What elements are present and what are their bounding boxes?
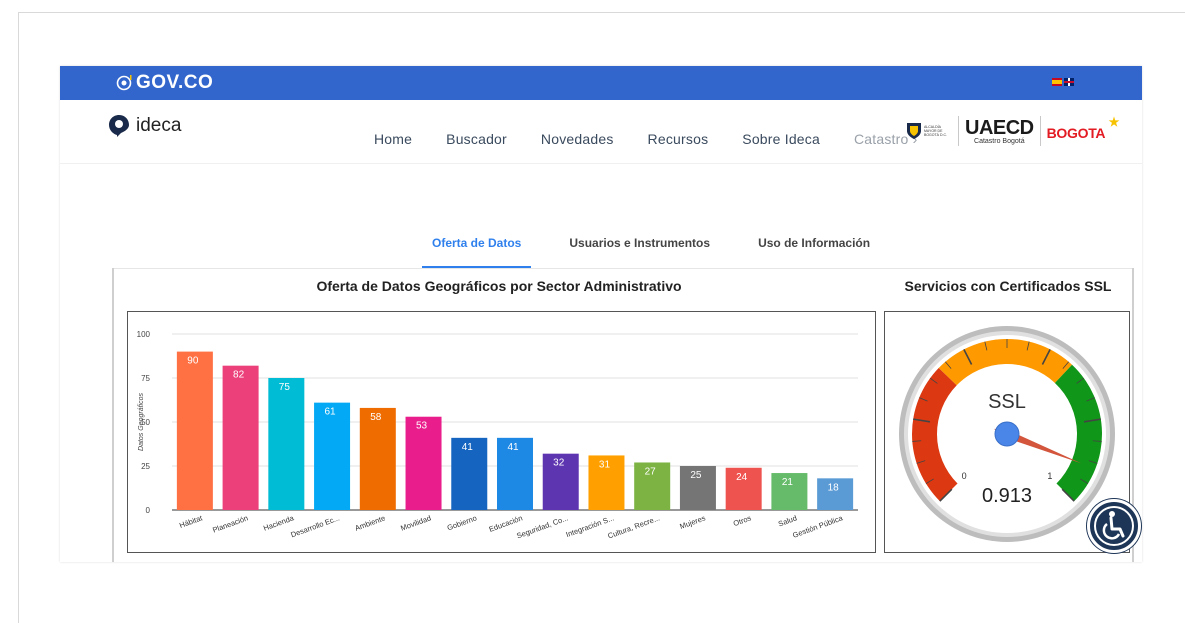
ideca-brand-name: ideca	[136, 115, 182, 136]
x-tick-label: Hábitat	[178, 513, 204, 530]
bar	[314, 402, 351, 510]
gauge-title: Servicios con Certificados SSL	[904, 278, 1112, 294]
bogota-logo-text: BOGOTA	[1046, 125, 1106, 141]
x-tick-label: Mujeres	[678, 513, 706, 531]
tab-oferta-de-datos[interactable]: Oferta de Datos	[422, 232, 532, 270]
y-tick-label: 0	[146, 506, 151, 515]
y-axis-title: Datos Geográficos	[138, 393, 145, 451]
spanish-flag-icon[interactable]	[1052, 78, 1062, 86]
bar	[222, 365, 259, 510]
accessibility-button[interactable]	[1087, 499, 1141, 553]
bar-value-label: 32	[553, 458, 565, 469]
ideca-location-pin-icon	[109, 115, 129, 137]
gauge-hub	[994, 421, 1020, 447]
x-tick-label: Salud	[777, 513, 798, 528]
bar-value-label: 18	[828, 482, 840, 493]
y-tick-label: 100	[137, 330, 151, 339]
bar-value-label: 24	[736, 472, 748, 483]
logo-divider	[958, 116, 959, 146]
bar	[359, 407, 396, 510]
gauge-max-label: 1	[1047, 471, 1052, 481]
bar-value-label: 61	[325, 407, 337, 418]
bar-value-label: 75	[279, 382, 291, 393]
uaecd-title: UAECD	[965, 116, 1034, 139]
partner-logos: ALCALDÍA MAYOR DE BOGOTÁ D.C. UAECD Cata…	[906, 115, 1120, 146]
gov-co-bar: GOV.CO	[60, 66, 1142, 100]
alcaldia-text: ALCALDÍA MAYOR DE BOGOTÁ D.C.	[924, 125, 947, 137]
gov-shield-icon	[116, 75, 132, 91]
bar-value-label: 41	[507, 442, 519, 453]
tab-usuarios-e-instrumentos[interactable]: Usuarios e Instrumentos	[559, 232, 720, 270]
bar-value-label: 21	[782, 477, 794, 488]
bar-value-label: 31	[599, 459, 611, 470]
x-tick-label: Planeación	[211, 513, 249, 534]
uaecd-subtitle: Catastro Bogotá	[974, 137, 1025, 145]
ideca-brand[interactable]: ideca	[108, 114, 181, 138]
english-flag-icon[interactable]	[1064, 78, 1074, 86]
bar	[268, 378, 305, 510]
bar-chart: 0255075100Datos Geográficos90Hábitat82Pl…	[137, 330, 858, 541]
x-tick-label: Otros	[732, 513, 753, 528]
x-tick-label: Cultura, Recre...	[606, 513, 660, 540]
bar-value-label: 25	[690, 470, 702, 481]
panel-divider	[112, 268, 1134, 269]
bar-chart-panel: 0 25 50 75 100 Datos Geográficos 90 Hábitat 82 Pl…	[127, 311, 876, 553]
nav-item-home[interactable]: Home	[374, 131, 412, 147]
main-navbar: ideca Home Buscador Novedades Recursos S…	[60, 100, 1142, 164]
bogota-coat-of-arms-icon	[907, 123, 921, 139]
bar	[176, 351, 213, 510]
x-tick-label: Gobierno	[446, 513, 478, 532]
bar-value-label: 82	[233, 370, 245, 381]
bar-chart-title: Oferta de Datos Geográficos por Sector A…	[316, 278, 682, 294]
y-tick-label: 75	[141, 374, 150, 383]
nav-item-buscador[interactable]: Buscador	[446, 131, 507, 147]
gov-co-text: GOV.CO	[136, 72, 214, 93]
x-tick-label: Ambiente	[354, 513, 387, 532]
bogota-logo[interactable]: BOGOTA ★	[1046, 115, 1120, 141]
uaecd-logo[interactable]: UAECD Catastro Bogotá	[965, 118, 1034, 145]
nav-item-novedades[interactable]: Novedades	[541, 131, 614, 147]
tab-uso-de-informacion[interactable]: Uso de Información	[748, 232, 880, 270]
gauge-value: 0.913	[982, 485, 1032, 507]
bar-value-label: 58	[370, 412, 382, 423]
star-icon: ★	[1108, 115, 1120, 129]
x-tick-label: Desarrollo Ec...	[289, 513, 340, 539]
gauge-label: SSL	[988, 391, 1026, 413]
nav-links: Home Buscador Novedades Recursos Sobre I…	[374, 131, 927, 147]
panel-left-border	[112, 268, 114, 562]
x-tick-label: Movilidad	[399, 513, 432, 532]
nav-item-recursos[interactable]: Recursos	[648, 131, 709, 147]
bar-value-label: 53	[416, 421, 428, 432]
accessibility-wheelchair-icon	[1094, 506, 1134, 546]
x-tick-label: Gestión Pública	[791, 513, 844, 540]
x-tick-label: Seguridad, Co...	[515, 513, 569, 540]
gov-co-logo[interactable]: GOV.CO	[116, 72, 213, 94]
bar-value-label: 27	[645, 466, 657, 477]
browser-screen: GOV.CO ideca Home Buscador Novedades Rec…	[60, 66, 1142, 562]
gauge-min-label: 0	[962, 471, 967, 481]
dashboard-tabs: Oferta de Datos Usuarios e Instrumentos …	[422, 232, 908, 270]
bar-value-label: 41	[462, 442, 474, 453]
bar-value-label: 90	[187, 356, 199, 367]
logo-divider	[1039, 116, 1041, 146]
language-switcher	[1052, 78, 1074, 86]
nav-item-sobre-ideca[interactable]: Sobre Ideca	[742, 131, 820, 147]
y-tick-label: 25	[141, 462, 150, 471]
